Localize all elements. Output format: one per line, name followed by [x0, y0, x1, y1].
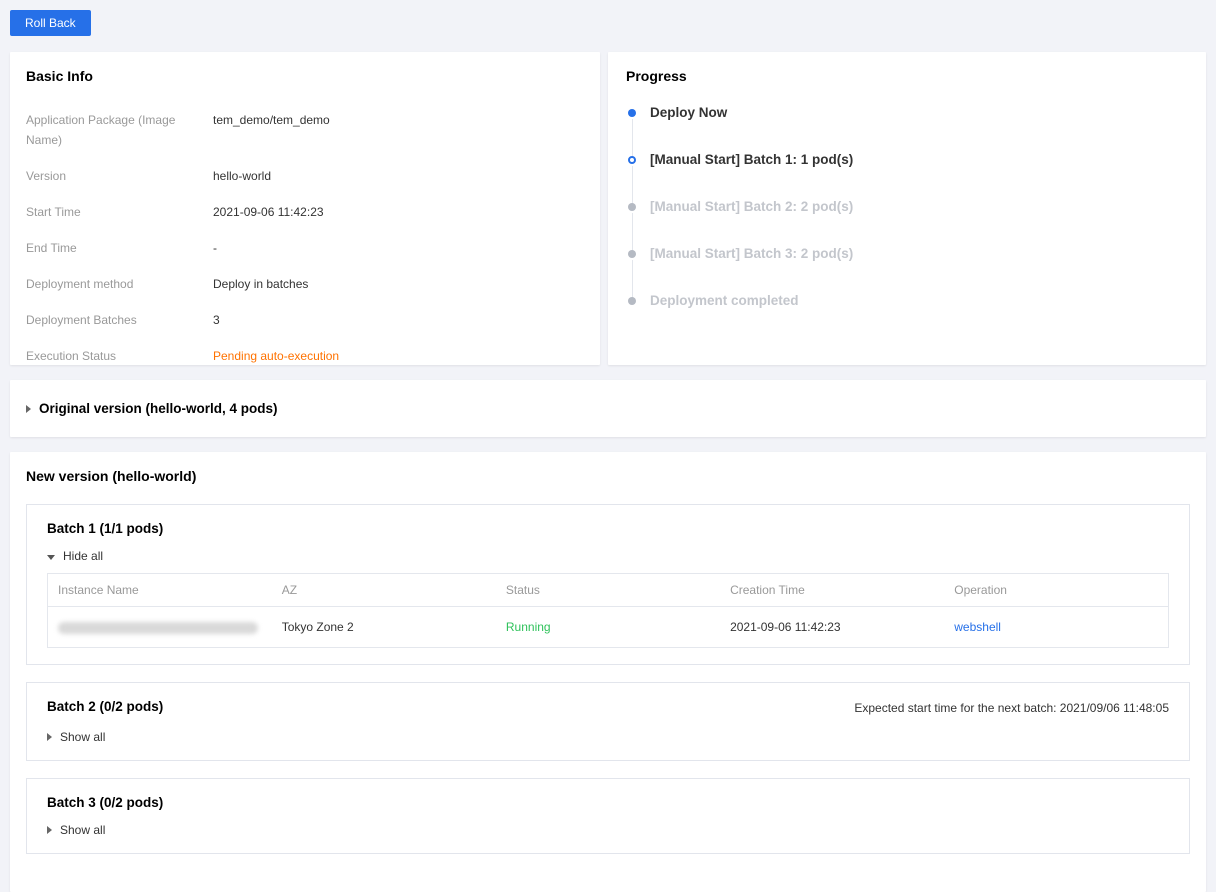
toolbar: Roll Back: [0, 0, 1216, 46]
batch-2-show-all-toggle[interactable]: Show all: [47, 730, 105, 744]
webshell-link[interactable]: webshell: [954, 620, 1001, 634]
col-operation: Operation: [944, 574, 1168, 607]
az-cell: Tokyo Zone 2: [272, 607, 496, 648]
progress-stepper: Deploy Now [Manual Start] Batch 1: 1 pod…: [628, 103, 1190, 311]
step-dot-filled-icon: [628, 109, 636, 117]
next-batch-start-time-note: Expected start time for the next batch: …: [854, 699, 1169, 717]
step-batch-2: [Manual Start] Batch 2: 2 pod(s): [628, 197, 1190, 217]
main-content: Basic Info Application Package (Image Na…: [10, 52, 1206, 892]
status-badge: Running: [506, 620, 551, 634]
pods-table: Instance Name AZ Status Creation Time Op…: [47, 573, 1169, 648]
field-start-time: Start Time 2021-09-06 11:42:23: [26, 202, 584, 222]
table-row: Tokyo Zone 2 Running 2021-09-06 11:42:23…: [48, 607, 1169, 648]
batch-1-box: Batch 1 (1/1 pods) Hide all Instance Nam…: [26, 504, 1190, 665]
operation-cell: webshell: [944, 607, 1168, 648]
step-dot-pending-icon: [628, 250, 636, 258]
execution-status-value: Pending auto-execution: [213, 346, 339, 366]
col-az: AZ: [272, 574, 496, 607]
rollback-button[interactable]: Roll Back: [10, 10, 91, 36]
chevron-down-icon: [47, 555, 55, 560]
step-deployment-completed: Deployment completed: [628, 291, 1190, 311]
col-status: Status: [496, 574, 720, 607]
batch-2-title: Batch 2 (0/2 pods): [47, 699, 163, 714]
step-batch-1: [Manual Start] Batch 1: 1 pod(s): [628, 150, 1190, 170]
new-version-card: New version (hello-world) Batch 1 (1/1 p…: [10, 452, 1206, 892]
basic-info-title: Basic Info: [26, 68, 584, 84]
col-instance-name: Instance Name: [48, 574, 272, 607]
field-application-package: Application Package (Image Name) tem_dem…: [26, 110, 584, 150]
step-dot-pending-icon: [628, 203, 636, 211]
instance-name-redacted: [58, 622, 258, 634]
batch-1-title: Batch 1 (1/1 pods): [47, 521, 163, 536]
batch-3-title: Batch 3 (0/2 pods): [47, 795, 163, 810]
batch-2-box: Batch 2 (0/2 pods) Expected start time f…: [26, 682, 1190, 761]
new-version-title: New version (hello-world): [26, 468, 1190, 484]
pods-table-header-row: Instance Name AZ Status Creation Time Op…: [48, 574, 1169, 607]
field-deployment-batches: Deployment Batches 3: [26, 310, 584, 330]
field-version: Version hello-world: [26, 166, 584, 186]
field-execution-status: Execution Status Pending auto-execution: [26, 346, 584, 366]
chevron-right-icon: [26, 405, 31, 413]
step-dot-hollow-icon: [628, 156, 636, 164]
original-version-expander[interactable]: Original version (hello-world, 4 pods): [10, 380, 1206, 437]
progress-card: Progress Deploy Now [Manual Start] Batch…: [608, 52, 1206, 365]
creation-time-cell: 2021-09-06 11:42:23: [720, 607, 944, 648]
batch-3-box: Batch 3 (0/2 pods) Show all: [26, 778, 1190, 854]
step-batch-3: [Manual Start] Batch 3: 2 pod(s): [628, 244, 1190, 264]
basic-info-card: Basic Info Application Package (Image Na…: [10, 52, 600, 365]
chevron-right-icon: [47, 733, 52, 741]
status-cell: Running: [496, 607, 720, 648]
field-deployment-method: Deployment method Deploy in batches: [26, 274, 584, 294]
batch-1-hide-all-toggle[interactable]: Hide all: [47, 549, 103, 563]
batch-3-show-all-toggle[interactable]: Show all: [47, 823, 105, 837]
chevron-right-icon: [47, 826, 52, 834]
progress-title: Progress: [626, 68, 1190, 84]
original-version-title: Original version (hello-world, 4 pods): [39, 401, 278, 416]
step-dot-pending-icon: [628, 297, 636, 305]
col-creation-time: Creation Time: [720, 574, 944, 607]
instance-name-cell: [48, 607, 272, 648]
step-deploy-now: Deploy Now: [628, 103, 1190, 123]
field-end-time: End Time -: [26, 238, 584, 258]
